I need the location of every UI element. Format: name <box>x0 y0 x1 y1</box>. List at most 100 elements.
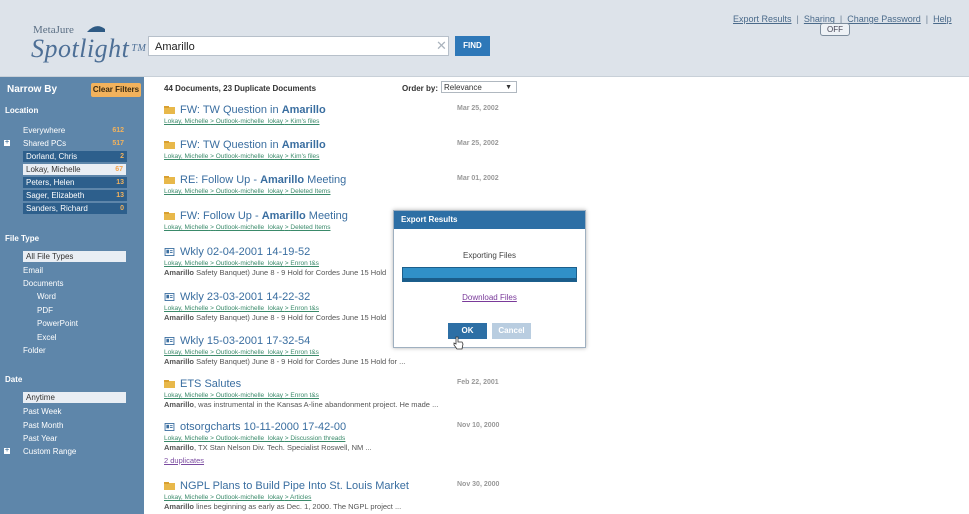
result-title-link[interactable]: FW: TW Question in Amarillo <box>164 103 624 117</box>
order-by-select[interactable]: Relevance ▼ <box>441 81 517 93</box>
path-link[interactable]: Outlook-michelle_lokay <box>216 494 283 501</box>
result-title-text: FW: TW Question in <box>180 139 282 151</box>
path-separator: > <box>210 392 214 399</box>
path-separator: > <box>210 260 214 267</box>
location-item-sager-elizabeth[interactable]: Sager, Elizabeth 13 <box>23 190 127 201</box>
location-label: Sager, Elizabeth <box>26 191 85 200</box>
filetype-item-email[interactable]: Email <box>23 265 127 276</box>
path-link[interactable]: Outlook-michelle_lokay <box>216 153 283 160</box>
result-title-highlight: Amarillo <box>281 104 326 116</box>
path-link[interactable]: Enron t&s <box>290 349 319 356</box>
snippet-highlight: Amarillo <box>164 357 195 366</box>
result-path: Lokay, Michelle > Outlook-michelle_lokay… <box>164 435 624 442</box>
location-label: Everywhere <box>23 126 66 135</box>
location-item-everywhere[interactable]: Everywhere 612 <box>23 125 127 136</box>
location-item-peters-helen[interactable]: Peters, Helen 13 <box>23 177 127 188</box>
clear-search-icon[interactable]: ✕ <box>436 39 447 52</box>
path-link[interactable]: Outlook-michelle_lokay <box>216 435 283 442</box>
path-link[interactable]: Lokay, Michelle <box>164 349 208 356</box>
path-link[interactable]: Deleted Items <box>290 188 330 195</box>
path-link[interactable]: Kim's files <box>290 118 319 125</box>
path-link[interactable]: Outlook-michelle_lokay <box>216 260 283 267</box>
path-link[interactable]: Lokay, Michelle <box>164 224 208 231</box>
location-item-shared-pcs[interactable]: Shared PCs 517 <box>23 138 127 149</box>
path-link[interactable]: Lokay, Michelle <box>164 118 208 125</box>
export-results-link[interactable]: Export Results <box>733 14 792 24</box>
location-item-lokay-michelle[interactable]: Lokay, Michelle 67 <box>23 164 126 175</box>
filetype-item-excel[interactable]: Excel <box>37 332 127 343</box>
result-title-link[interactable]: otsorgcharts 10-11-2000 17-42-00 <box>164 420 624 434</box>
filetype-item-word[interactable]: Word <box>37 291 127 302</box>
path-link[interactable]: Outlook-michelle_lokay <box>216 224 283 231</box>
path-link[interactable]: Outlook-michelle_lokay <box>216 392 283 399</box>
result-title-link[interactable]: ETS Salutes <box>164 377 624 391</box>
path-link[interactable]: Discussion threads <box>290 435 345 442</box>
sharing-toggle[interactable]: OFF <box>820 23 850 36</box>
date-item-anytime[interactable]: Anytime <box>23 392 126 403</box>
filetype-item-folder[interactable]: Folder <box>23 345 127 356</box>
path-link[interactable]: Lokay, Michelle <box>164 305 208 312</box>
date-item-past-year[interactable]: Past Year <box>23 433 127 444</box>
path-link[interactable]: Lokay, Michelle <box>164 392 208 399</box>
filetype-item-all[interactable]: All File Types <box>23 251 126 262</box>
duplicates-link[interactable]: 2 duplicates <box>164 456 624 465</box>
change-password-link[interactable]: Change Password <box>847 14 921 24</box>
date-item-past-month[interactable]: Past Month <box>23 420 127 431</box>
date-item-custom-range[interactable]: Custom Range <box>23 446 127 457</box>
path-link[interactable]: Lokay, Michelle <box>164 260 208 267</box>
result-title-text: Wkly 02-04-2001 14-19-52 <box>180 246 311 258</box>
expand-plus-icon[interactable]: + <box>4 447 10 454</box>
download-files-link[interactable]: Download Files <box>394 293 585 302</box>
result-title-link[interactable]: NGPL Plans to Build Pipe Into St. Louis … <box>164 479 624 493</box>
filetype-item-powerpoint[interactable]: PowerPoint <box>37 318 127 329</box>
path-link[interactable]: Lokay, Michelle <box>164 188 208 195</box>
result-title-text: Meeting <box>304 174 347 186</box>
clear-filters-button[interactable]: Clear Filters <box>91 83 141 97</box>
search-field-wrapper <box>148 36 449 56</box>
location-item-sanders-richard[interactable]: Sanders, Richard 0 <box>23 203 127 214</box>
location-label: Sanders, Richard <box>26 204 88 213</box>
expand-plus-icon[interactable]: + <box>4 139 10 146</box>
link-separator: | <box>796 14 799 24</box>
export-results-dialog: Export Results Exporting Files Download … <box>393 210 586 348</box>
path-link[interactable]: Lokay, Michelle <box>164 494 208 501</box>
path-link[interactable]: Outlook-michelle_lokay <box>216 305 283 312</box>
result-path: Lokay, Michelle > Outlook-michelle_lokay… <box>164 494 624 501</box>
path-link[interactable]: Kim's files <box>290 153 319 160</box>
progress-fill <box>403 278 576 281</box>
path-separator: > <box>284 349 289 356</box>
date-item-past-week[interactable]: Past Week <box>23 406 127 417</box>
email-folder-icon <box>164 141 175 149</box>
path-link[interactable]: Outlook-michelle_lokay <box>216 118 283 125</box>
find-button[interactable]: FIND <box>455 36 490 56</box>
result-path: Lokay, Michelle > Outlook-michelle_lokay… <box>164 392 624 399</box>
result-date: Feb 22, 2001 <box>457 379 499 386</box>
logo-swoosh-icon <box>87 26 105 32</box>
path-link[interactable]: Outlook-michelle_lokay <box>216 349 283 356</box>
result-title-text: NGPL Plans to Build Pipe Into St. Louis … <box>180 480 409 492</box>
order-by-label: Order by: <box>402 84 439 93</box>
help-link[interactable]: Help <box>933 14 952 24</box>
path-link[interactable]: Enron t&s <box>290 305 319 312</box>
location-item-dorland-chris[interactable]: Dorland, Chris 2 <box>23 151 127 162</box>
cancel-button[interactable]: Cancel <box>492 323 531 339</box>
path-link[interactable]: Lokay, Michelle <box>164 435 208 442</box>
result-title-link[interactable]: FW: TW Question in Amarillo <box>164 138 624 152</box>
path-link[interactable]: Articles <box>290 494 311 501</box>
path-separator: > <box>210 305 214 312</box>
email-folder-icon <box>164 482 175 490</box>
result-date: Mar 25, 2002 <box>457 105 499 112</box>
path-link[interactable]: Lokay, Michelle <box>164 153 208 160</box>
result-item: FW: TW Question in Amarillo Mar 25, 2002 L… <box>164 138 624 160</box>
path-link[interactable]: Deleted Items <box>290 224 330 231</box>
snippet-text: Safety Banquet) June 8 - 9 Hold for Cord… <box>194 357 406 366</box>
search-input[interactable] <box>153 39 427 55</box>
result-title-link[interactable]: RE: Follow Up - Amarillo Meeting <box>164 173 624 187</box>
result-title-text: Wkly 15-03-2001 17-32-54 <box>180 335 311 347</box>
path-link[interactable]: Enron t&s <box>290 392 319 399</box>
path-link[interactable]: Outlook-michelle_lokay <box>216 188 283 195</box>
result-title-text: Wkly 23-03-2001 14-22-32 <box>180 291 311 303</box>
filetype-item-documents[interactable]: Documents <box>23 278 127 289</box>
path-link[interactable]: Enron t&s <box>290 260 319 267</box>
filetype-item-pdf[interactable]: PDF <box>37 305 127 316</box>
